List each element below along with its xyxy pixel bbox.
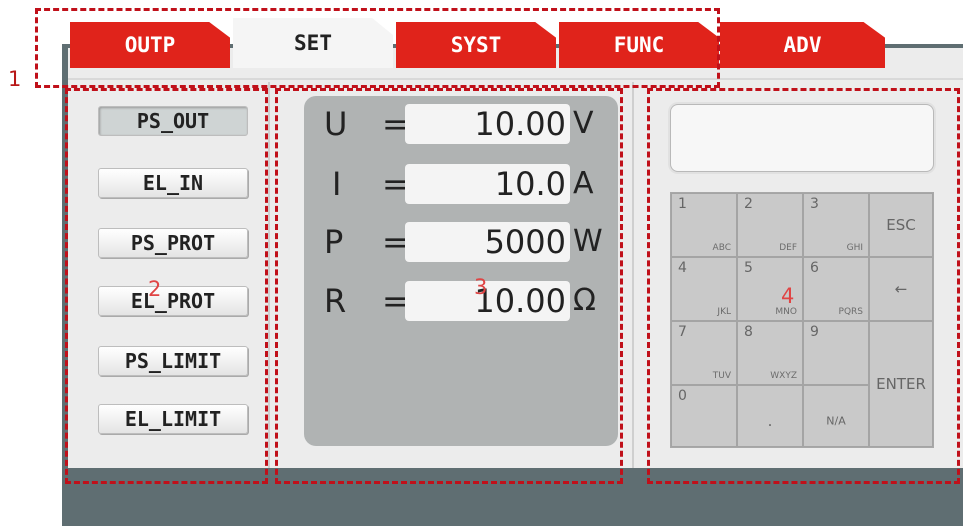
column-divider [632, 82, 634, 468]
annotation-box-2 [65, 88, 268, 484]
annotation-box-3 [275, 88, 623, 484]
tab-adv[interactable]: ADV [720, 22, 885, 68]
annotation-label-4: 4 [781, 284, 795, 308]
column-divider [268, 82, 270, 468]
annotation-label-1: 1 [8, 67, 22, 91]
annotation-box-4 [647, 88, 960, 484]
annotation-label-2: 2 [148, 277, 162, 301]
annotation-label-3: 3 [474, 275, 488, 299]
annotation-box-1 [35, 8, 720, 88]
